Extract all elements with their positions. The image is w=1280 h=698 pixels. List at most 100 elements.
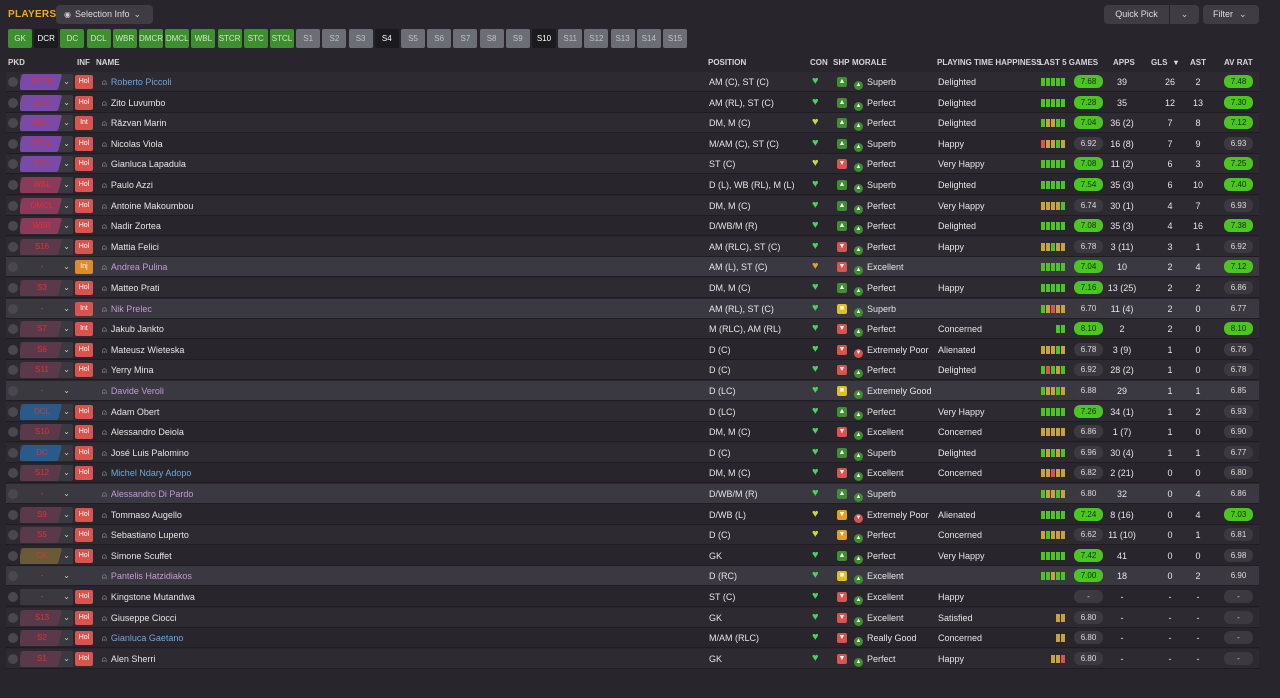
- row-checkbox[interactable]: [8, 406, 18, 417]
- col-playing-time[interactable]: PLAYING TIME HAPPINESS: [937, 58, 1042, 67]
- player-name[interactable]: ⍝ Răzvan Marin: [102, 118, 166, 129]
- selection-dropdown[interactable]: WBR ⌄: [20, 218, 73, 235]
- position-chip-s12[interactable]: S12: [584, 29, 609, 48]
- table-row[interactable]: S11 ⌄ Hol ⍝ Yerry Mina D (C) ♥ ▼ ▲ Perfect…: [6, 360, 1259, 381]
- player-name[interactable]: ⍝ Simone Scuffet: [102, 551, 172, 562]
- player-name[interactable]: ⍝ Kingstone Mutandwa: [102, 592, 195, 603]
- row-checkbox[interactable]: [8, 159, 18, 170]
- col-apps[interactable]: APPS: [1113, 58, 1135, 67]
- row-checkbox[interactable]: [8, 633, 18, 644]
- row-checkbox[interactable]: [8, 386, 18, 396]
- player-name[interactable]: ⍝ Roberto Piccoli: [102, 77, 171, 88]
- col-ast[interactable]: AST: [1190, 58, 1206, 67]
- row-checkbox[interactable]: [8, 241, 18, 252]
- table-row[interactable]: - ⌄ Inj ⍝ Andrea Pulina AM (L), ST (C) ♥ …: [6, 257, 1259, 278]
- selection-dropdown[interactable]: S16 ⌄: [20, 238, 73, 255]
- table-row[interactable]: - ⌄ ⍝ Alessandro Di Pardo D/WB/M (R) ♥ ▲ …: [6, 484, 1259, 504]
- col-inf[interactable]: INF: [77, 58, 90, 67]
- player-name[interactable]: ⍝ Yerry Mina: [102, 365, 154, 376]
- player-name[interactable]: ⍝ Alessandro Deiola: [102, 427, 184, 438]
- selection-dropdown[interactable]: GK ⌄: [20, 547, 73, 564]
- row-checkbox[interactable]: [8, 447, 18, 458]
- row-checkbox[interactable]: [8, 612, 18, 623]
- selection-dropdown[interactable]: DC ⌄: [20, 444, 73, 461]
- player-name[interactable]: ⍝ Davide Veroli: [102, 386, 164, 397]
- col-con[interactable]: CON: [810, 58, 828, 67]
- table-row[interactable]: DC ⌄ Hol ⍝ José Luis Palomino D (C) ♥ ▲ ▲…: [6, 442, 1259, 463]
- selection-dropdown[interactable]: - ⌄: [20, 589, 73, 605]
- selection-dropdown[interactable]: S7 ⌄: [20, 321, 73, 338]
- table-row[interactable]: S9 ⌄ Hol ⍝ Tommaso Augello D/WB (L) ♥ ▼ ▼…: [6, 504, 1259, 525]
- row-checkbox[interactable]: [8, 468, 18, 479]
- selection-dropdown[interactable]: S5 ⌄: [20, 527, 73, 544]
- player-name[interactable]: ⍝ Nicolas Viola: [102, 139, 163, 150]
- position-chip-wbr[interactable]: WBR: [112, 29, 137, 48]
- player-name[interactable]: ⍝ Antoine Makoumbou: [102, 201, 193, 212]
- row-checkbox[interactable]: [8, 118, 18, 129]
- row-checkbox[interactable]: [8, 138, 18, 149]
- position-chip-s4[interactable]: S4: [374, 29, 399, 48]
- selection-dropdown[interactable]: DCL ⌄: [20, 403, 73, 420]
- filter-button[interactable]: Filter ⌄: [1203, 5, 1259, 24]
- selection-dropdown[interactable]: S9 ⌄: [20, 506, 73, 523]
- selection-dropdown[interactable]: - ⌄: [20, 259, 73, 276]
- quick-pick-dropdown[interactable]: ⌄: [1170, 5, 1199, 24]
- col-gls[interactable]: GLS: [1151, 58, 1167, 67]
- row-checkbox[interactable]: [8, 571, 18, 582]
- player-name[interactable]: ⍝ Alessandro Di Pardo: [102, 489, 193, 500]
- selection-dropdown[interactable]: DM... ⌄: [20, 115, 73, 132]
- row-checkbox[interactable]: [8, 262, 18, 273]
- col-name[interactable]: NAME: [96, 58, 120, 67]
- row-checkbox[interactable]: [8, 653, 18, 664]
- col-morale[interactable]: MORALE: [852, 58, 887, 67]
- selection-dropdown[interactable]: S11 ⌄: [20, 362, 73, 379]
- selection-dropdown[interactable]: STCL ⌄: [20, 135, 73, 152]
- row-checkbox[interactable]: [8, 324, 18, 335]
- table-row[interactable]: DCL ⌄ Hol ⍝ Adam Obert D (LC) ♥ ▲ ▲ Perfec…: [6, 401, 1259, 422]
- position-chip-dmcr[interactable]: DMCR: [139, 29, 163, 48]
- table-row[interactable]: - ⌄ Int ⍝ Nik Prelec AM (RL), ST (C) ♥ ■ …: [6, 298, 1259, 319]
- row-checkbox[interactable]: [8, 427, 18, 438]
- row-checkbox[interactable]: [8, 303, 18, 314]
- position-chip-dmcl[interactable]: DMCL: [165, 29, 190, 48]
- selection-dropdown[interactable]: S3 ⌄: [20, 280, 73, 296]
- player-name[interactable]: ⍝ Giuseppe Ciocci: [102, 613, 176, 624]
- table-row[interactable]: S13 ⌄ Hol ⍝ Giuseppe Ciocci GK ♥ ▼ ▲ Excel…: [6, 607, 1259, 628]
- position-chip-s1[interactable]: S1: [296, 29, 321, 48]
- table-row[interactable]: S2 ⌄ Hol ⍝ Gianluca Gaetano M/AM (RLC) ♥ …: [6, 628, 1259, 649]
- table-row[interactable]: DM... ⌄ Int ⍝ Răzvan Marin DM, M (C) ♥ ▲ …: [6, 113, 1259, 134]
- player-name[interactable]: ⍝ Gianluca Lapadula: [102, 159, 186, 170]
- selection-dropdown[interactable]: STCR ⌄: [20, 74, 73, 90]
- selection-dropdown[interactable]: DMCL ⌄: [20, 197, 73, 214]
- quick-pick-button[interactable]: Quick Pick: [1104, 5, 1169, 24]
- player-name[interactable]: ⍝ José Luis Palomino: [102, 448, 189, 459]
- player-name[interactable]: ⍝ Jakub Jankto: [102, 324, 164, 335]
- player-name[interactable]: ⍝ Mateusz Wieteska: [102, 345, 184, 356]
- position-chip-s8[interactable]: S8: [479, 29, 504, 48]
- selection-dropdown[interactable]: S10 ⌄: [20, 424, 73, 441]
- position-chip-wbl[interactable]: WBL: [191, 29, 216, 48]
- table-row[interactable]: WBL ⌄ Hol ⍝ Paulo Azzi D (L), WB (RL), M …: [6, 175, 1259, 195]
- table-row[interactable]: - ⌄ Hol ⍝ Kingstone Mutandwa ST (C) ♥ ▼ ▲…: [6, 587, 1259, 607]
- table-row[interactable]: - ⌄ ⍝ Pantelis Hatzidiakos D (RC) ♥ ■ ▲ Ex…: [6, 566, 1259, 587]
- position-chip-s10[interactable]: S10: [532, 29, 556, 48]
- player-name[interactable]: ⍝ Mattia Felici: [102, 242, 159, 253]
- player-name[interactable]: ⍝ Alen Sherri: [102, 654, 155, 665]
- selection-dropdown[interactable]: WBL ⌄: [20, 177, 73, 193]
- table-row[interactable]: S5 ⌄ Hol ⍝ Sebastiano Luperto D (C) ♥ ▼ ▲…: [6, 525, 1259, 546]
- table-row[interactable]: S16 ⌄ Hol ⍝ Mattia Felici AM (RLC), ST (C…: [6, 236, 1259, 257]
- table-row[interactable]: STC ⌄ Hol ⍝ Zito Luvumbo AM (RL), ST (C) …: [6, 92, 1259, 113]
- row-checkbox[interactable]: [8, 200, 18, 211]
- table-row[interactable]: S3 ⌄ Hol ⍝ Matteo Prati DM, M (C) ♥ ▲ ▲ Pe…: [6, 278, 1259, 298]
- row-checkbox[interactable]: [8, 77, 18, 87]
- player-name[interactable]: ⍝ Paulo Azzi: [102, 180, 153, 191]
- player-name[interactable]: ⍝ Pantelis Hatzidiakos: [102, 571, 192, 582]
- player-name[interactable]: ⍝ Matteo Prati: [102, 283, 159, 294]
- row-checkbox[interactable]: [8, 592, 18, 602]
- position-chip-s11[interactable]: S11: [558, 29, 583, 48]
- table-row[interactable]: STCL ⌄ Hol ⍝ Nicolas Viola M/AM (C), ST (…: [6, 133, 1259, 154]
- selection-dropdown[interactable]: S13 ⌄: [20, 609, 73, 626]
- row-checkbox[interactable]: [8, 283, 18, 293]
- row-checkbox[interactable]: [8, 509, 18, 520]
- player-name[interactable]: ⍝ Tommaso Augello: [102, 510, 182, 521]
